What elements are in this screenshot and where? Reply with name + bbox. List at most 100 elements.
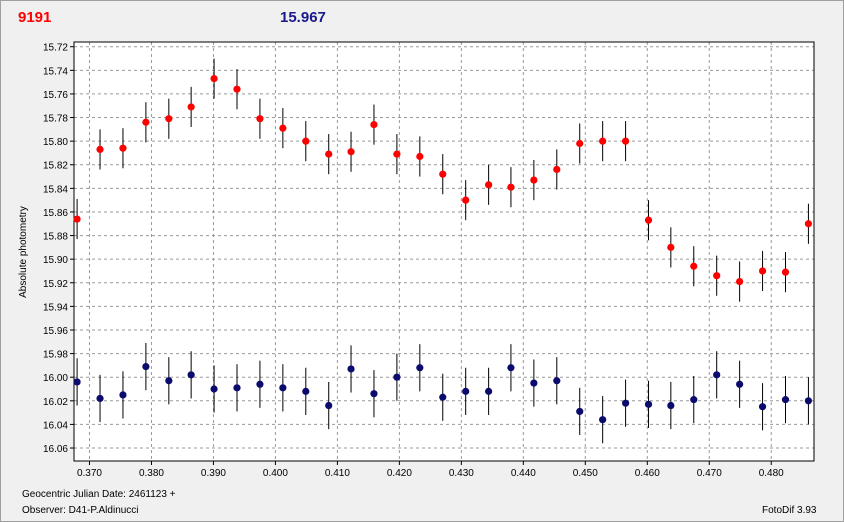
target-data-point [462, 196, 470, 204]
comparison-data-point [781, 396, 790, 404]
y-tick-label: 15.82 [43, 161, 68, 172]
comparison-data-point [96, 394, 104, 403]
y-tick-label: 15.96 [43, 326, 68, 337]
target-data-point [416, 152, 424, 161]
comparison-data-point [758, 403, 767, 411]
target-data-point [96, 145, 104, 154]
comparison-data-point [485, 387, 493, 395]
y-tick-label: 15.72 [43, 43, 68, 54]
x-tick-label: 0.450 [573, 468, 598, 479]
comparison-data-point [530, 379, 538, 387]
comparison-data-point [416, 364, 424, 372]
comparison-data-point [370, 390, 378, 398]
target-data-point [667, 243, 675, 251]
comparison-data-point [279, 384, 287, 392]
comparison-data-point [644, 400, 653, 408]
target-data-point [142, 118, 150, 126]
y-tick-label: 16.06 [43, 444, 68, 455]
comparison-data-point [804, 397, 813, 405]
target-data-point [690, 262, 698, 270]
comparison-data-point [256, 380, 264, 388]
target-data-point [439, 170, 447, 178]
comparison-data-point [621, 399, 630, 407]
comparison-data-point [507, 364, 515, 372]
target-data-point [393, 150, 401, 158]
y-axis-label: Absolute photometry [18, 206, 29, 298]
comparison-data-point [187, 371, 195, 379]
target-data-point [553, 165, 561, 174]
target-data-point [119, 144, 127, 152]
y-tick-label: 15.74 [43, 66, 68, 77]
target-data-point [325, 150, 333, 158]
y-tick-label: 15.84 [43, 184, 68, 195]
y-tick-label: 16.00 [43, 373, 68, 384]
y-tick-label: 15.76 [43, 90, 68, 101]
x-tick-label: 0.390 [201, 468, 226, 479]
target-data-point [165, 115, 173, 123]
target-data-point [73, 215, 81, 223]
target-data-point [210, 74, 218, 83]
comparison-data-point [576, 407, 584, 416]
y-tick-label: 16.04 [43, 420, 68, 431]
comparison-data-point [393, 373, 401, 381]
x-tick-label: 0.440 [511, 468, 536, 479]
x-tick-label: 0.460 [635, 468, 660, 479]
comparison-data-point [667, 401, 675, 410]
comparison-data-point [325, 401, 333, 410]
target-data-point [507, 183, 515, 191]
comparison-data-point [599, 416, 607, 424]
comparison-data-point [73, 378, 81, 386]
software-version-label: FotoDif 3.93 [762, 505, 817, 516]
y-tick-label: 15.80 [43, 137, 68, 148]
target-data-point [530, 176, 538, 184]
target-data-point [644, 216, 653, 224]
x-tick-label: 0.410 [325, 468, 350, 479]
target-data-point [233, 85, 241, 93]
y-tick-label: 15.94 [43, 302, 68, 313]
comparison-data-point [142, 362, 150, 371]
y-tick-label: 15.92 [43, 279, 68, 290]
target-data-point [279, 124, 287, 132]
x-tick-label: 0.430 [449, 468, 474, 479]
julian-date-label: Geocentric Julian Date: 2461123 + [22, 489, 176, 500]
comparison-data-point [736, 380, 744, 388]
light-curve-chart: 15.72 15.74 15.76 15.78 15.80 15.82 15.84 15.86… [18, 41, 815, 479]
comparison-data-point [439, 393, 447, 401]
y-tick-label: 16.02 [43, 397, 68, 408]
comparison-data-point [210, 385, 218, 393]
comparison-data-point [165, 377, 173, 385]
target-data-point [781, 268, 790, 276]
y-tick-label: 15.86 [43, 208, 68, 219]
observer-label: Observer: D41-P.Aldinucci [22, 505, 139, 516]
target-data-point [302, 137, 310, 145]
x-tick-label: 0.470 [697, 468, 722, 479]
x-tick-label: 0.400 [263, 468, 288, 479]
target-data-point [758, 267, 767, 275]
target-data-point [713, 272, 721, 280]
y-tick-label: 15.90 [43, 255, 68, 266]
x-tick-label: 0.380 [139, 468, 164, 479]
target-data-point [187, 103, 195, 111]
target-data-point [256, 115, 264, 123]
target-data-point [804, 220, 813, 228]
comparison-data-point [302, 387, 310, 395]
comparison-data-point [690, 396, 698, 404]
comparison-data-point [553, 377, 561, 385]
target-data-point [621, 137, 630, 145]
comparison-data-point [462, 387, 470, 395]
comparison-data-point [713, 371, 721, 379]
y-tick-label: 15.88 [43, 232, 68, 243]
target-data-point [485, 181, 493, 189]
comparison-data-point [119, 391, 127, 399]
comparison-data-point [233, 384, 241, 392]
y-tick-label: 15.98 [43, 350, 68, 361]
x-tick-label: 0.370 [77, 468, 102, 479]
target-data-point [347, 148, 355, 156]
target-data-point [576, 139, 584, 148]
y-tick-label: 15.78 [43, 114, 68, 125]
target-data-point [599, 137, 607, 145]
target-data-point [370, 121, 378, 129]
target-data-point [736, 277, 744, 286]
comparison-data-point [347, 365, 355, 373]
x-tick-label: 0.480 [759, 468, 784, 479]
